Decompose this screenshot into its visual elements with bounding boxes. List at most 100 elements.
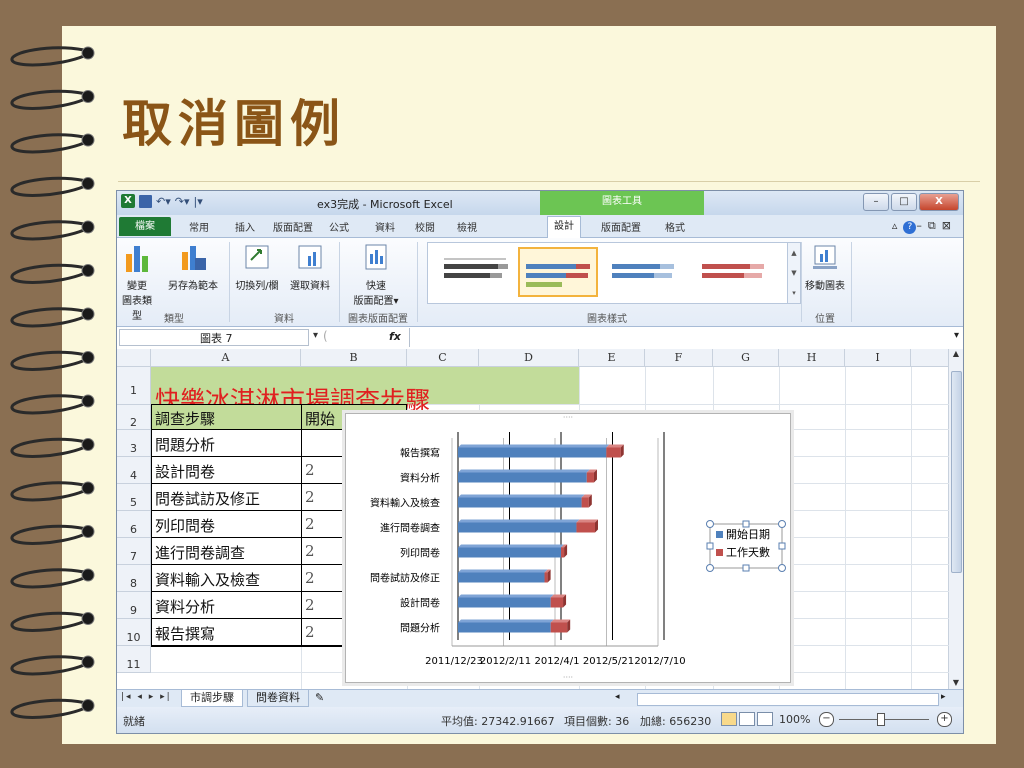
column-header-d[interactable]: D bbox=[479, 349, 579, 367]
tab-review[interactable]: 校閱 bbox=[415, 219, 435, 234]
formula-input[interactable] bbox=[409, 328, 948, 347]
scroll-up-icon[interactable]: ▲ bbox=[949, 349, 963, 358]
doc-close-icon[interactable]: ⊠ bbox=[942, 219, 957, 232]
chart-style-1[interactable] bbox=[436, 247, 516, 297]
column-header-e[interactable]: E bbox=[579, 349, 645, 367]
help-icon[interactable]: ? bbox=[903, 221, 917, 234]
zoom-level[interactable]: 100% bbox=[779, 713, 810, 726]
tab-format[interactable]: 格式 bbox=[665, 219, 685, 234]
cell-step-name[interactable]: 資料輸入及檢查 bbox=[155, 569, 260, 590]
row-header[interactable]: 3 bbox=[117, 430, 151, 457]
cell-start-date[interactable]: 2 bbox=[305, 623, 315, 641]
row-header[interactable]: 5 bbox=[117, 484, 151, 511]
tab-data[interactable]: 資料 bbox=[375, 219, 395, 234]
bar-start-date-top bbox=[458, 494, 585, 498]
column-header-i[interactable]: I bbox=[845, 349, 911, 367]
row-header[interactable]: 6 bbox=[117, 511, 151, 538]
row-header[interactable]: 7 bbox=[117, 538, 151, 565]
chart-style-4[interactable] bbox=[694, 247, 774, 297]
table-header-step[interactable]: 調查步驟 bbox=[155, 408, 215, 429]
collapse-ribbon-icon[interactable]: ▵ bbox=[892, 219, 904, 232]
chart-style-2-selected[interactable] bbox=[518, 247, 598, 297]
row-header[interactable]: 2 bbox=[117, 405, 151, 430]
column-header-c[interactable]: C bbox=[407, 349, 479, 367]
tab-chart-layout[interactable]: 版面配置 bbox=[601, 219, 641, 234]
binding-hole bbox=[81, 525, 95, 538]
minimize-button[interactable]: – bbox=[863, 193, 889, 211]
column-header-f[interactable]: F bbox=[645, 349, 713, 367]
select-all-corner[interactable] bbox=[117, 349, 151, 367]
excel-app-icon[interactable]: X bbox=[121, 194, 135, 208]
sheet-tab-survey-steps[interactable]: 市調步驟 bbox=[181, 690, 243, 707]
column-header-b[interactable]: B bbox=[301, 349, 407, 367]
cell-start-date[interactable]: 2 bbox=[305, 542, 315, 560]
zoom-out-button[interactable]: − bbox=[819, 712, 834, 727]
cell-step-name[interactable]: 列印問卷 bbox=[155, 515, 215, 536]
cell-start-date[interactable]: 2 bbox=[305, 569, 315, 587]
cell-step-name[interactable]: 問題分析 bbox=[155, 434, 215, 455]
vertical-scrollbar[interactable]: ▲ ▼ bbox=[948, 349, 963, 689]
tab-view[interactable]: 檢視 bbox=[457, 219, 477, 234]
redo-icon[interactable]: ↷▾ bbox=[175, 195, 190, 208]
save-as-template-button[interactable]: 另存為範本 bbox=[161, 242, 225, 292]
save-icon[interactable] bbox=[139, 194, 152, 208]
customize-qat-icon[interactable]: |▾ bbox=[194, 195, 203, 208]
cell-start-date[interactable]: 2 bbox=[305, 461, 315, 479]
cell-step-name[interactable]: 設計問卷 bbox=[155, 461, 215, 482]
sheet-tab-questionnaire-data[interactable]: 問卷資料 bbox=[247, 690, 309, 707]
row-header[interactable]: 9 bbox=[117, 592, 151, 619]
cell-step-name[interactable]: 報告撰寫 bbox=[155, 623, 215, 644]
doc-minimize-icon[interactable]: – bbox=[916, 219, 928, 232]
column-header-j[interactable] bbox=[911, 349, 949, 367]
tab-formulas[interactable]: 公式 bbox=[329, 219, 349, 234]
hscroll-left-icon[interactable]: ◂ bbox=[615, 692, 620, 702]
page-layout-view-button[interactable] bbox=[739, 712, 755, 726]
cell-step-name[interactable]: 進行問卷調查 bbox=[155, 542, 245, 563]
hscroll-right-icon[interactable]: ▸ bbox=[941, 692, 946, 702]
switch-row-column-button[interactable]: 切換列/欄 bbox=[231, 242, 283, 292]
cell-start-date[interactable]: 2 bbox=[305, 515, 315, 533]
x-tick-label: 2011/12/23 bbox=[425, 656, 483, 667]
row-header[interactable]: 1 bbox=[117, 367, 151, 405]
row-header[interactable]: 4 bbox=[117, 457, 151, 484]
vertical-scroll-thumb[interactable] bbox=[951, 371, 962, 573]
zoom-in-button[interactable]: + bbox=[937, 712, 952, 727]
expand-formula-icon[interactable]: ▾ bbox=[954, 330, 959, 341]
insert-function-button[interactable]: fx bbox=[389, 330, 401, 343]
doc-restore-icon[interactable]: ⧉ bbox=[928, 219, 942, 232]
tab-home[interactable]: 常用 bbox=[189, 219, 209, 234]
gallery-scroll[interactable]: ▲ ▼ ▾ bbox=[787, 242, 801, 304]
tab-insert[interactable]: 插入 bbox=[235, 219, 255, 234]
tab-page-layout[interactable]: 版面配置 bbox=[273, 219, 313, 234]
name-box[interactable]: 圖表 7 bbox=[119, 329, 309, 346]
horizontal-scrollbar[interactable] bbox=[637, 693, 939, 706]
sheet-nav-arrows[interactable]: |◂ ◂ ▸ ▸| bbox=[121, 692, 172, 702]
column-header-a[interactable]: A bbox=[151, 349, 301, 367]
chart-style-3[interactable] bbox=[604, 247, 684, 297]
tab-design[interactable]: 設計 bbox=[547, 216, 581, 238]
zoom-slider-thumb[interactable] bbox=[877, 713, 885, 726]
quick-layout-button[interactable]: 快速 版面配置▾ bbox=[343, 242, 409, 307]
normal-view-button[interactable] bbox=[721, 712, 737, 726]
page-break-view-button[interactable] bbox=[757, 712, 773, 726]
scroll-down-icon[interactable]: ▼ bbox=[949, 678, 963, 687]
row-header[interactable]: 8 bbox=[117, 565, 151, 592]
row-header[interactable]: 11 bbox=[117, 646, 151, 673]
close-button[interactable]: X bbox=[919, 193, 959, 211]
select-data-button[interactable]: 選取資料 bbox=[285, 242, 335, 292]
maximize-button[interactable]: □ bbox=[891, 193, 917, 211]
move-chart-button[interactable]: 移動圖表 bbox=[803, 242, 847, 292]
undo-icon[interactable]: ↶▾ bbox=[156, 195, 171, 208]
chart-area[interactable]: 報告撰寫 資料分析 資料輸入及檢查 進行問卷調查 列印問卷 問卷試訪及修正 設計問卷 問題分析… bbox=[345, 413, 791, 683]
new-sheet-icon[interactable]: ✎ bbox=[315, 691, 324, 704]
table-header-start[interactable]: 開始 bbox=[305, 408, 335, 429]
cell-start-date[interactable]: 2 bbox=[305, 488, 315, 506]
name-box-dropdown-icon[interactable]: ▾ bbox=[313, 330, 318, 341]
cell-start-date[interactable]: 2 bbox=[305, 596, 315, 614]
tab-file[interactable]: 檔案 bbox=[119, 217, 171, 236]
column-header-g[interactable]: G bbox=[713, 349, 779, 367]
cell-step-name[interactable]: 資料分析 bbox=[155, 596, 215, 617]
cell-step-name[interactable]: 問卷試訪及修正 bbox=[155, 488, 260, 509]
row-header[interactable]: 10 bbox=[117, 619, 151, 646]
column-header-h[interactable]: H bbox=[779, 349, 845, 367]
